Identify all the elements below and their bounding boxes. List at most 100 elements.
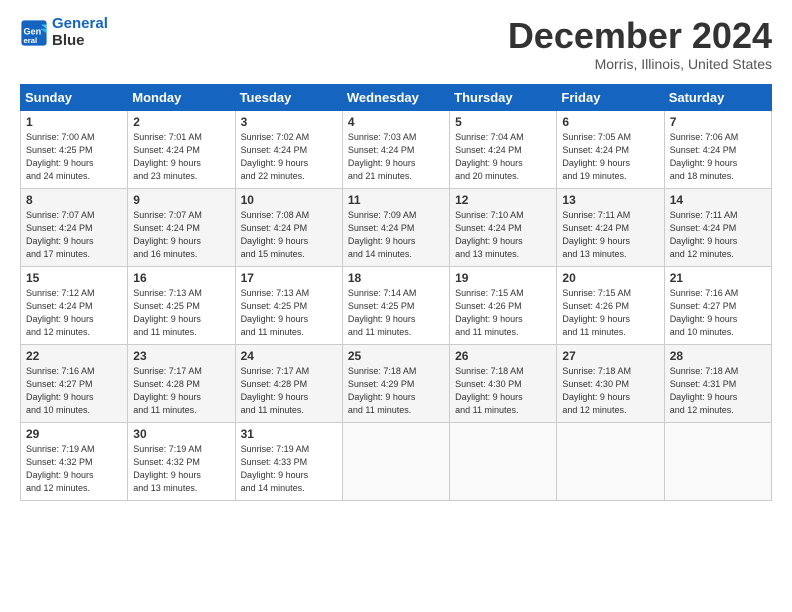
calendar-cell: 24 Sunrise: 7:17 AM Sunset: 4:28 PM Dayli… xyxy=(235,344,342,422)
calendar-cell: 26 Sunrise: 7:18 AM Sunset: 4:30 PM Dayli… xyxy=(450,344,557,422)
day-number: 30 xyxy=(133,427,229,441)
day-info: Sunrise: 7:18 AM Sunset: 4:29 PM Dayligh… xyxy=(348,365,444,417)
calendar-cell: 11Sunrise: 7:09 AM Sunset: 4:24 PM Dayli… xyxy=(342,188,449,266)
calendar-cell: 10 Sunrise: 7:08 AM Sunset: 4:24 PM Dayli… xyxy=(235,188,342,266)
location: Morris, Illinois, United States xyxy=(508,56,772,72)
day-number: 14 xyxy=(670,193,766,207)
day-number: 19 xyxy=(455,271,551,285)
calendar-cell: 15 Sunrise: 7:12 AM Sunset: 4:24 PM Dayli… xyxy=(21,266,128,344)
day-number: 24 xyxy=(241,349,337,363)
calendar-cell: 7Sunrise: 7:06 AM Sunset: 4:24 PM Daylig… xyxy=(664,110,771,188)
calendar-cell: 3 Sunrise: 7:02 AM Sunset: 4:24 PM Daylig… xyxy=(235,110,342,188)
svg-text:Gen: Gen xyxy=(24,26,42,36)
day-number: 9 xyxy=(133,193,229,207)
weekday-header-thursday: Thursday xyxy=(450,84,557,110)
weekday-header-saturday: Saturday xyxy=(664,84,771,110)
calendar-cell: 30 Sunrise: 7:19 AM Sunset: 4:32 PM Dayli… xyxy=(128,422,235,500)
day-number: 21 xyxy=(670,271,766,285)
day-number: 5 xyxy=(455,115,551,129)
day-info: Sunrise: 7:08 AM Sunset: 4:24 PM Dayligh… xyxy=(241,209,337,261)
day-info: Sunrise: 7:16 AM Sunset: 4:27 PM Dayligh… xyxy=(26,365,122,417)
day-number: 25 xyxy=(348,349,444,363)
calendar-cell: 22 Sunrise: 7:16 AM Sunset: 4:27 PM Dayli… xyxy=(21,344,128,422)
day-info: Sunrise: 7:13 AM Sunset: 4:25 PM Dayligh… xyxy=(133,287,229,339)
day-info: Sunrise: 7:00 AM Sunset: 4:25 PM Dayligh… xyxy=(26,131,122,183)
calendar-cell xyxy=(557,422,664,500)
day-info: Sunrise: 7:16 AM Sunset: 4:27 PM Dayligh… xyxy=(670,287,766,339)
calendar-week-1: 1 Sunrise: 7:00 AM Sunset: 4:25 PM Daylig… xyxy=(21,110,772,188)
svg-text:eral: eral xyxy=(24,35,38,44)
day-info: Sunrise: 7:04 AM Sunset: 4:24 PM Dayligh… xyxy=(455,131,551,183)
calendar-cell: 8Sunrise: 7:07 AM Sunset: 4:24 PM Daylig… xyxy=(21,188,128,266)
day-number: 2 xyxy=(133,115,229,129)
weekday-header-friday: Friday xyxy=(557,84,664,110)
day-number: 3 xyxy=(241,115,337,129)
calendar-cell: 28 Sunrise: 7:18 AM Sunset: 4:31 PM Dayli… xyxy=(664,344,771,422)
calendar-cell: 1 Sunrise: 7:00 AM Sunset: 4:25 PM Daylig… xyxy=(21,110,128,188)
day-info: Sunrise: 7:11 AM Sunset: 4:24 PM Dayligh… xyxy=(670,209,766,261)
calendar-cell: 4 Sunrise: 7:03 AM Sunset: 4:24 PM Daylig… xyxy=(342,110,449,188)
day-info: Sunrise: 7:19 AM Sunset: 4:32 PM Dayligh… xyxy=(26,443,122,495)
day-info: Sunrise: 7:17 AM Sunset: 4:28 PM Dayligh… xyxy=(133,365,229,417)
calendar-cell: 9Sunrise: 7:07 AM Sunset: 4:24 PM Daylig… xyxy=(128,188,235,266)
day-info: Sunrise: 7:18 AM Sunset: 4:31 PM Dayligh… xyxy=(670,365,766,417)
calendar-cell xyxy=(450,422,557,500)
day-number: 20 xyxy=(562,271,658,285)
calendar-cell: 5 Sunrise: 7:04 AM Sunset: 4:24 PM Daylig… xyxy=(450,110,557,188)
logo-text: General Blue xyxy=(52,16,108,49)
month-title: December 2024 xyxy=(508,16,772,56)
day-info: Sunrise: 7:19 AM Sunset: 4:33 PM Dayligh… xyxy=(241,443,337,495)
calendar-cell: 20 Sunrise: 7:15 AM Sunset: 4:26 PM Dayli… xyxy=(557,266,664,344)
day-info: Sunrise: 7:02 AM Sunset: 4:24 PM Dayligh… xyxy=(241,131,337,183)
logo-icon: Gen eral xyxy=(20,19,48,47)
calendar-cell: 31 Sunrise: 7:19 AM Sunset: 4:33 PM Dayli… xyxy=(235,422,342,500)
day-info: Sunrise: 7:14 AM Sunset: 4:25 PM Dayligh… xyxy=(348,287,444,339)
calendar-week-5: 29Sunrise: 7:19 AM Sunset: 4:32 PM Dayli… xyxy=(21,422,772,500)
day-info: Sunrise: 7:06 AM Sunset: 4:24 PM Dayligh… xyxy=(670,131,766,183)
day-info: Sunrise: 7:13 AM Sunset: 4:25 PM Dayligh… xyxy=(241,287,337,339)
calendar-cell: 19 Sunrise: 7:15 AM Sunset: 4:26 PM Dayli… xyxy=(450,266,557,344)
calendar-table: SundayMondayTuesdayWednesdayThursdayFrid… xyxy=(20,84,772,501)
day-number: 16 xyxy=(133,271,229,285)
calendar-cell: 25 Sunrise: 7:18 AM Sunset: 4:29 PM Dayli… xyxy=(342,344,449,422)
day-info: Sunrise: 7:15 AM Sunset: 4:26 PM Dayligh… xyxy=(562,287,658,339)
day-number: 15 xyxy=(26,271,122,285)
logo: Gen eral General Blue xyxy=(20,16,108,49)
day-info: Sunrise: 7:01 AM Sunset: 4:24 PM Dayligh… xyxy=(133,131,229,183)
calendar-cell: 21 Sunrise: 7:16 AM Sunset: 4:27 PM Dayli… xyxy=(664,266,771,344)
calendar-week-4: 22 Sunrise: 7:16 AM Sunset: 4:27 PM Dayli… xyxy=(21,344,772,422)
day-number: 22 xyxy=(26,349,122,363)
day-number: 13 xyxy=(562,193,658,207)
calendar-cell: 29Sunrise: 7:19 AM Sunset: 4:32 PM Dayli… xyxy=(21,422,128,500)
day-info: Sunrise: 7:11 AM Sunset: 4:24 PM Dayligh… xyxy=(562,209,658,261)
day-number: 28 xyxy=(670,349,766,363)
day-number: 31 xyxy=(241,427,337,441)
day-info: Sunrise: 7:15 AM Sunset: 4:26 PM Dayligh… xyxy=(455,287,551,339)
day-info: Sunrise: 7:18 AM Sunset: 4:30 PM Dayligh… xyxy=(562,365,658,417)
calendar-cell xyxy=(664,422,771,500)
day-number: 1 xyxy=(26,115,122,129)
calendar-cell: 14 Sunrise: 7:11 AM Sunset: 4:24 PM Dayli… xyxy=(664,188,771,266)
page: Gen eral General Blue December 2024 Morr… xyxy=(0,0,792,612)
day-info: Sunrise: 7:18 AM Sunset: 4:30 PM Dayligh… xyxy=(455,365,551,417)
day-number: 17 xyxy=(241,271,337,285)
day-number: 26 xyxy=(455,349,551,363)
day-info: Sunrise: 7:12 AM Sunset: 4:24 PM Dayligh… xyxy=(26,287,122,339)
weekday-header-wednesday: Wednesday xyxy=(342,84,449,110)
day-number: 10 xyxy=(241,193,337,207)
calendar-cell: 27Sunrise: 7:18 AM Sunset: 4:30 PM Dayli… xyxy=(557,344,664,422)
day-number: 8 xyxy=(26,193,122,207)
day-info: Sunrise: 7:05 AM Sunset: 4:24 PM Dayligh… xyxy=(562,131,658,183)
calendar-week-3: 15 Sunrise: 7:12 AM Sunset: 4:24 PM Dayli… xyxy=(21,266,772,344)
weekday-header-tuesday: Tuesday xyxy=(235,84,342,110)
day-info: Sunrise: 7:03 AM Sunset: 4:24 PM Dayligh… xyxy=(348,131,444,183)
day-number: 11 xyxy=(348,193,444,207)
header: Gen eral General Blue December 2024 Morr… xyxy=(20,16,772,72)
calendar-cell: 2 Sunrise: 7:01 AM Sunset: 4:24 PM Daylig… xyxy=(128,110,235,188)
day-info: Sunrise: 7:19 AM Sunset: 4:32 PM Dayligh… xyxy=(133,443,229,495)
calendar-cell: 23 Sunrise: 7:17 AM Sunset: 4:28 PM Dayli… xyxy=(128,344,235,422)
day-number: 23 xyxy=(133,349,229,363)
day-info: Sunrise: 7:17 AM Sunset: 4:28 PM Dayligh… xyxy=(241,365,337,417)
day-number: 12 xyxy=(455,193,551,207)
day-number: 4 xyxy=(348,115,444,129)
